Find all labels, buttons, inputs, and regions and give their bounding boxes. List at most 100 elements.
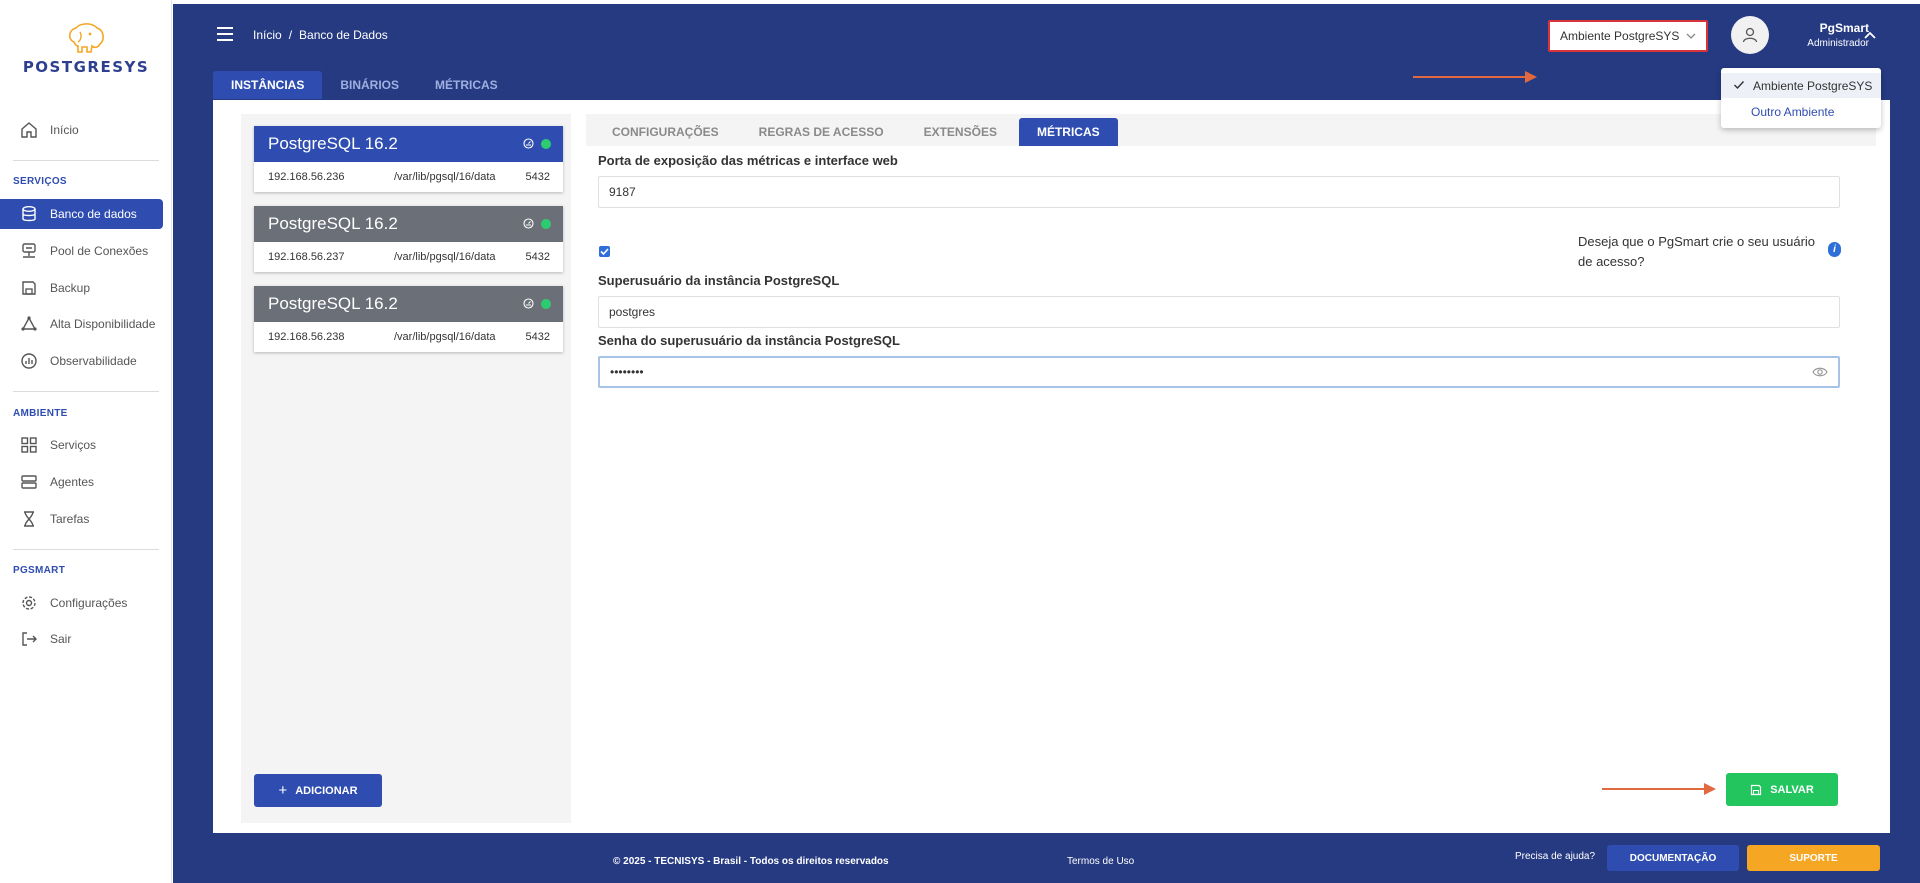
add-button-label: ADICIONAR — [295, 784, 358, 797]
instance-ip: 192.168.56.236 — [268, 171, 345, 183]
port-label: Porta de exposição das métricas e interf… — [598, 153, 898, 168]
superuser-label: Superusuário da instância PostgreSQL — [598, 273, 840, 288]
tab-metricas-instancia[interactable]: MÉTRICAS — [1018, 118, 1118, 146]
eye-icon[interactable] — [1812, 366, 1828, 378]
avatar[interactable] — [1731, 16, 1769, 54]
environment-option-selected[interactable]: Ambiente PostgreSYS — [1721, 73, 1881, 98]
footer-terms-link[interactable]: Termos de Uso — [1067, 856, 1134, 867]
sidebar-item-backup[interactable]: Backup — [0, 273, 163, 303]
instance-title: PostgreSQL 16.2 — [268, 214, 398, 233]
port-input[interactable]: 9187 — [598, 176, 1840, 208]
sidebar-item-label: Início — [50, 123, 79, 137]
chevron-up-icon[interactable] — [1863, 30, 1877, 40]
sidebar-item-sair[interactable]: Sair — [0, 624, 163, 654]
sidebar-item-inicio[interactable]: Início — [0, 115, 163, 145]
environment-option-label: Outro Ambiente — [1751, 104, 1835, 119]
support-button[interactable]: SUPORTE — [1747, 845, 1880, 871]
tab-binarios[interactable]: BINÁRIOS — [322, 71, 417, 99]
section-ambiente: AMBIENTE — [13, 408, 68, 419]
footer-help-text: Precisa de ajuda? — [1515, 851, 1596, 862]
tab-metricas[interactable]: MÉTRICAS — [417, 71, 516, 99]
sidebar-item-alta-disponibilidade[interactable]: Alta Disponibilidade — [0, 309, 163, 339]
sidebar-divider — [13, 391, 159, 392]
create-user-checkbox[interactable] — [599, 246, 610, 257]
breadcrumb-current: Banco de Dados — [299, 28, 388, 42]
sidebar-item-label: Alta Disponibilidade — [50, 317, 156, 331]
dashboard-icon — [523, 218, 534, 229]
instance-list: PostgreSQL 16.2 192.168.56.236 /var/lib/… — [241, 114, 571, 823]
tab-regras-de-acesso[interactable]: REGRAS DE ACESSO — [741, 118, 902, 146]
instance-data-path: /var/lib/pgsql/16/data — [394, 331, 496, 343]
instance-card[interactable]: PostgreSQL 16.2 192.168.56.236 /var/lib/… — [254, 126, 563, 192]
save-button-label: SALVAR — [1770, 783, 1814, 796]
gear-icon — [22, 596, 36, 610]
instance-details: 192.168.56.237 /var/lib/pgsql/16/data 54… — [254, 242, 563, 272]
instance-ip: 192.168.56.238 — [268, 331, 345, 343]
sidebar-item-label: Configurações — [50, 596, 128, 610]
sidebar-item-label: Pool de Conexões — [50, 244, 149, 258]
sidebar-item-banco-de-dados[interactable]: Banco de dados — [0, 199, 163, 229]
section-servicos: SERVIÇOS — [13, 176, 67, 187]
password-input-value: •••••••• — [610, 365, 644, 379]
instance-ip: 192.168.56.237 — [268, 251, 345, 263]
info-icon[interactable]: i — [1828, 242, 1841, 257]
instance-port: 5432 — [525, 171, 550, 183]
hamburger-menu-icon[interactable] — [215, 26, 235, 42]
metrics-form-panel: CONFIGURAÇÕES REGRAS DE ACESSO EXTENSÕES… — [586, 114, 1876, 823]
checkmark-icon — [600, 248, 609, 256]
environment-option[interactable]: Outro Ambiente — [1721, 99, 1881, 124]
grid-icon — [21, 437, 37, 453]
create-user-question: Deseja que o PgSmart crie o seu usuário … — [1578, 234, 1816, 269]
chevron-down-icon — [1686, 33, 1696, 39]
sidebar-item-tarefas[interactable]: Tarefas — [0, 504, 163, 534]
sidebar-item-label: Backup — [50, 281, 91, 295]
server-stack-icon — [21, 475, 37, 489]
save-icon — [1751, 784, 1762, 795]
main-tabs: INSTÂNCIAS BINÁRIOS MÉTRICAS — [213, 71, 516, 99]
sidebar: POSTGRESYS Início SERVIÇOS Banco de dado… — [0, 0, 172, 883]
password-input[interactable]: •••••••• — [598, 356, 1840, 388]
home-icon — [21, 122, 37, 138]
tab-configuracoes[interactable]: CONFIGURAÇÕES — [594, 118, 737, 146]
documentation-button[interactable]: DOCUMENTAÇÃO — [1607, 845, 1739, 871]
instance-title: PostgreSQL 16.2 — [268, 294, 398, 313]
sidebar-item-label: Agentes — [50, 475, 95, 489]
breadcrumb: Início / Banco de Dados — [253, 28, 388, 42]
sidebar-item-label: Banco de dados — [50, 207, 137, 221]
database-icon — [22, 206, 36, 222]
add-instance-button[interactable]: + ADICIONAR — [254, 774, 382, 807]
superuser-input-value: postgres — [609, 305, 656, 319]
tab-instancias[interactable]: INSTÂNCIAS — [213, 71, 323, 99]
server-network-icon — [22, 243, 36, 258]
form-body: Porta de exposição das métricas e interf… — [586, 146, 1876, 823]
environment-select[interactable]: Ambiente PostgreSYS — [1548, 20, 1708, 52]
cluster-triangle-icon — [21, 316, 37, 331]
instance-card[interactable]: PostgreSQL 16.2 192.168.56.238 /var/lib/… — [254, 286, 563, 352]
section-pgsmart: PGSMART — [13, 565, 66, 576]
tab-extensoes[interactable]: EXTENSÕES — [906, 118, 1015, 146]
hourglass-icon — [24, 511, 34, 527]
instance-header: PostgreSQL 16.2 — [254, 206, 563, 242]
instance-details: 192.168.56.238 /var/lib/pgsql/16/data 54… — [254, 322, 563, 352]
sidebar-item-label: Sair — [50, 632, 72, 646]
port-input-value: 9187 — [609, 185, 636, 199]
annotation-arrow — [1413, 71, 1537, 83]
brand-logo[interactable]: POSTGRESYS — [12, 22, 160, 78]
sidebar-item-observabilidade[interactable]: Observabilidade — [0, 346, 163, 376]
breadcrumb-separator: / — [288, 28, 293, 42]
user-icon — [1742, 27, 1758, 43]
sidebar-item-pool-de-conexoes[interactable]: Pool de Conexões — [0, 236, 163, 266]
instance-data-path: /var/lib/pgsql/16/data — [394, 251, 496, 263]
sidebar-item-agentes[interactable]: Agentes — [0, 467, 163, 497]
instance-port: 5432 — [525, 331, 550, 343]
sidebar-item-configuracoes[interactable]: Configurações — [0, 588, 163, 618]
logout-icon — [22, 632, 37, 646]
user-role: Administrador — [1807, 38, 1869, 49]
dashboard-icon — [523, 298, 534, 309]
instance-sub-tabs: CONFIGURAÇÕES REGRAS DE ACESSO EXTENSÕES… — [594, 118, 1122, 146]
breadcrumb-home[interactable]: Início — [253, 28, 282, 42]
sidebar-item-servicos[interactable]: Serviços — [0, 430, 163, 460]
save-button[interactable]: SALVAR — [1726, 773, 1838, 806]
instance-card[interactable]: PostgreSQL 16.2 192.168.56.237 /var/lib/… — [254, 206, 563, 272]
superuser-input[interactable]: postgres — [598, 296, 1840, 328]
